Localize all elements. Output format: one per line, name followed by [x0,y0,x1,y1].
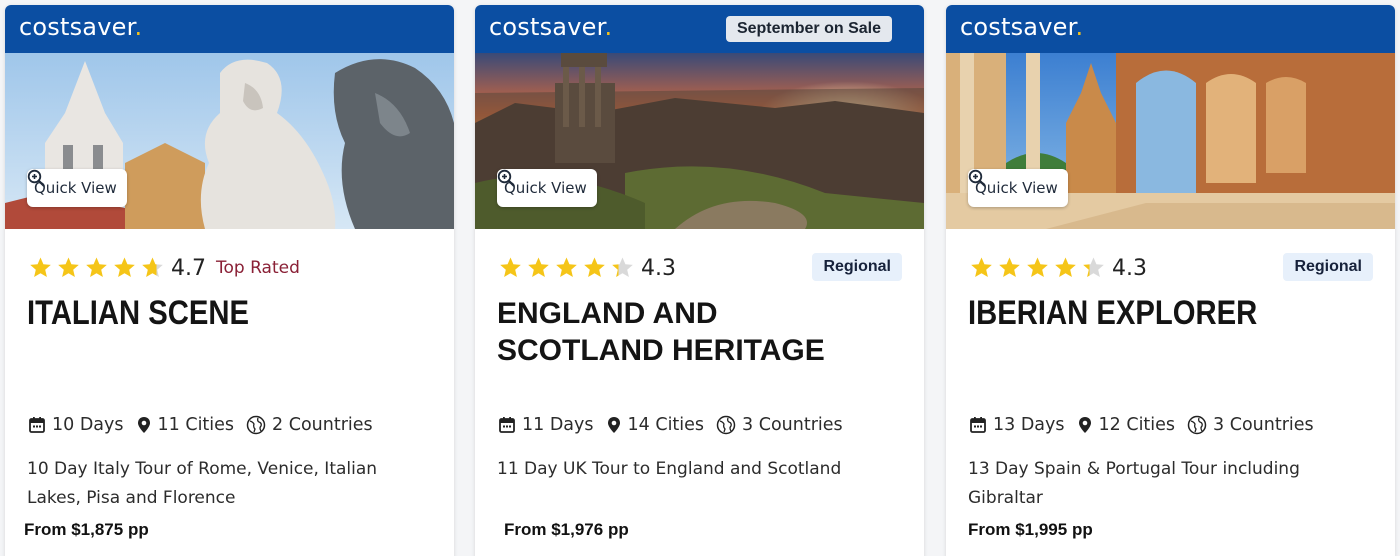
tour-meta: 11 Days 14 Cities 3 Countries [498,415,855,435]
tour-title[interactable]: IBERIAN EXPLORER [968,295,1372,332]
zoom-in-icon [968,169,986,187]
costsaver-logo: costsaver. [960,13,1084,41]
star-icon [114,257,135,277]
brand-bar: costsaver. September on Sale [475,5,924,53]
tour-price: From $1,875 pp [24,520,149,539]
location-pin-icon [137,417,150,433]
tour-title[interactable]: ITALIAN SCENE [27,295,431,332]
star-icon [1027,257,1048,277]
globe-icon [1187,415,1207,435]
star-icon [971,257,992,277]
location-pin-icon [607,417,620,433]
calendar-icon [29,417,45,433]
star-icon [612,257,633,277]
star-icon [528,257,549,277]
tour-photo[interactable]: Quick View [5,53,454,229]
rating-row: 4.7 Top Rated [28,255,300,281]
tour-card-italian-scene[interactable]: costsaver. Quick View 4.7 Top Rated ITAL… [5,5,454,556]
rating-row: 4.3 [969,255,1147,281]
brand-bar: costsaver. [5,5,454,53]
cities: 11 Cities [136,415,235,435]
countries: 2 Countries [246,415,373,435]
cities-label: 12 Cities [1098,415,1176,435]
cities-label: 14 Cities [627,415,705,435]
days-label: 11 Days [522,415,594,435]
star-icon [142,257,163,277]
costsaver-logo: costsaver. [19,13,143,41]
tour-description: 11 Day UK Tour to England and Scotland [497,459,842,479]
star-icon [500,257,521,277]
regional-badge: Regional [1283,253,1373,281]
top-rated-label: Top Rated [216,258,300,278]
calendar-icon [970,417,986,433]
duration: 13 Days [969,415,1065,435]
star-icon [1055,257,1076,277]
star-icon [584,257,605,277]
countries-label: 3 Countries [1213,415,1314,435]
star-rating [498,256,635,280]
duration: 10 Days [28,415,124,435]
star-rating [969,256,1106,280]
regional-badge: Regional [812,253,902,281]
sale-badge: September on Sale [725,16,892,42]
star-icon [1083,257,1104,277]
tour-card-iberian-explorer[interactable]: costsaver. Quick View 4.3 Regional IBERI… [946,5,1395,556]
tour-meta: 10 Days 11 Cities 2 Countries [28,415,385,435]
rating-row: 4.3 [498,255,676,281]
quick-view-button[interactable]: Quick View [27,169,127,207]
countries-label: 3 Countries [742,415,843,435]
quick-view-label: Quick View [975,179,1058,197]
cities: 12 Cities [1077,415,1176,435]
costsaver-logo: costsaver. [489,13,613,41]
tour-description: 13 Day Spain & Portugal Tour including G… [968,459,1300,508]
star-icon [556,257,577,277]
location-pin-icon [1078,417,1091,433]
rating-value: 4.3 [1112,255,1147,281]
globe-icon [246,415,266,435]
tour-title[interactable]: ENGLAND AND SCOTLAND HERITAGE [497,295,877,369]
tour-photo[interactable]: Quick View [946,53,1395,229]
tour-price: From $1,976 pp [504,520,629,539]
tour-photo[interactable]: Quick View [475,53,924,229]
zoom-in-icon [497,169,515,187]
countries: 3 Countries [1187,415,1314,435]
tour-price: From $1,995 pp [968,520,1093,539]
countries-label: 2 Countries [272,415,373,435]
quick-view-label: Quick View [34,179,117,197]
tour-card-england-scotland[interactable]: costsaver. September on Sale Quick View … [475,5,924,556]
star-icon [58,257,79,277]
rating-value: 4.7 [171,255,206,281]
tour-description: 10 Day Italy Tour of Rome, Venice, Itali… [27,459,378,508]
days-label: 10 Days [52,415,124,435]
cities: 14 Cities [606,415,705,435]
globe-icon [716,415,736,435]
quick-view-label: Quick View [504,179,587,197]
cities-label: 11 Cities [157,415,235,435]
star-icon [30,257,51,277]
star-icon [999,257,1020,277]
quick-view-button[interactable]: Quick View [968,169,1068,207]
duration: 11 Days [498,415,594,435]
zoom-in-icon [27,169,45,187]
countries: 3 Countries [716,415,843,435]
rating-value: 4.3 [641,255,676,281]
quick-view-button[interactable]: Quick View [497,169,597,207]
star-rating [28,256,165,280]
days-label: 13 Days [993,415,1065,435]
tour-meta: 13 Days 12 Cities 3 Countries [969,415,1326,435]
star-icon [86,257,107,277]
brand-bar: costsaver. [946,5,1395,53]
calendar-icon [499,417,515,433]
